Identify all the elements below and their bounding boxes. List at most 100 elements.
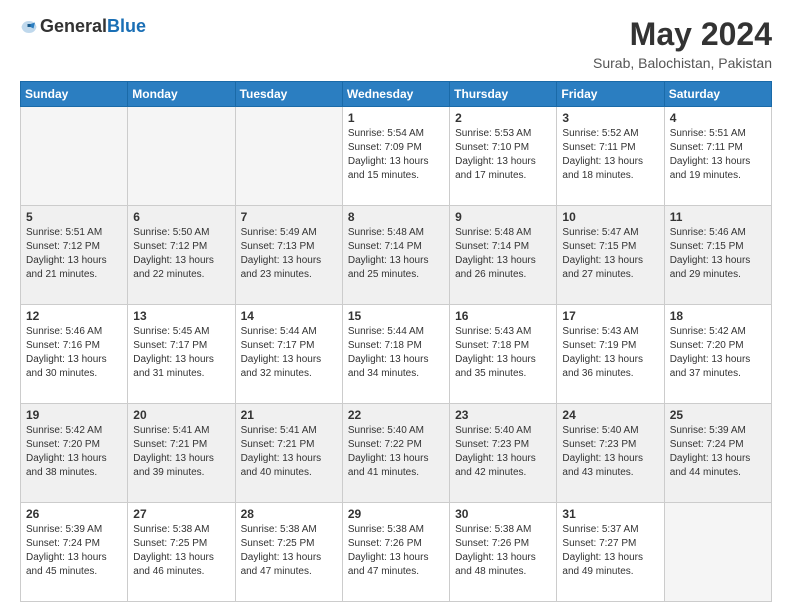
day-info: Sunrise: 5:49 AMSunset: 7:13 PMDaylight:… [241, 226, 337, 282]
day-number: 17 [562, 309, 658, 323]
col-tuesday: Tuesday [235, 82, 342, 107]
calendar-cell: 31Sunrise: 5:37 AMSunset: 7:27 PMDayligh… [557, 503, 664, 602]
day-number: 6 [133, 210, 229, 224]
day-info: Sunrise: 5:47 AMSunset: 7:15 PMDaylight:… [562, 226, 658, 282]
day-info: Sunrise: 5:42 AMSunset: 7:20 PMDaylight:… [670, 325, 766, 381]
day-number: 24 [562, 408, 658, 422]
day-number: 13 [133, 309, 229, 323]
day-info: Sunrise: 5:39 AMSunset: 7:24 PMDaylight:… [670, 424, 766, 480]
calendar-cell: 18 Sunrise: 5:42 AMSunset: 7:20 PMDayligh… [664, 305, 771, 404]
calendar-week-row: 5Sunrise: 5:51 AMSunset: 7:12 PMDaylight… [21, 206, 772, 305]
day-info: Sunrise: 5:38 AMSunset: 7:26 PMDaylight:… [348, 523, 444, 579]
header: GeneralBlue May 2024 Surab, Balochistan,… [20, 16, 772, 71]
calendar-cell: 3Sunrise: 5:52 AMSunset: 7:11 PMDaylight… [557, 107, 664, 206]
calendar-cell: 27 Sunrise: 5:38 AMSunset: 7:25 PMDayligh… [128, 503, 235, 602]
calendar-cell: 21Sunrise: 5:41 AMSunset: 7:21 PMDayligh… [235, 404, 342, 503]
day-info: Sunrise: 5:40 AMSunset: 7:22 PMDaylight:… [348, 424, 444, 480]
day-number: 25 [670, 408, 766, 422]
month-year: May 2024 [593, 16, 772, 53]
calendar-cell: 6 Sunrise: 5:50 AMSunset: 7:12 PMDaylight… [128, 206, 235, 305]
day-info: Sunrise: 5:42 AMSunset: 7:20 PMDaylight:… [26, 424, 122, 480]
calendar-cell [235, 107, 342, 206]
calendar-body: 1 Sunrise: 5:54 AMSunset: 7:09 PMDaylight… [21, 107, 772, 602]
day-info: Sunrise: 5:38 AMSunset: 7:26 PMDaylight:… [455, 523, 551, 579]
day-info: Sunrise: 5:38 AMSunset: 7:25 PMDaylight:… [133, 523, 229, 579]
day-number: 1 [348, 111, 444, 125]
day-info: Sunrise: 5:54 AMSunset: 7:09 PMDaylight:… [348, 127, 444, 183]
day-info: Sunrise: 5:48 AMSunset: 7:14 PMDaylight:… [348, 226, 444, 282]
day-number: 15 [348, 309, 444, 323]
calendar-cell: 20 Sunrise: 5:41 AMSunset: 7:21 PMDayligh… [128, 404, 235, 503]
day-number: 21 [241, 408, 337, 422]
calendar-cell: 23 Sunrise: 5:40 AMSunset: 7:23 PMDayligh… [450, 404, 557, 503]
calendar-cell: 26Sunrise: 5:39 AMSunset: 7:24 PMDayligh… [21, 503, 128, 602]
day-info: Sunrise: 5:40 AMSunset: 7:23 PMDaylight:… [562, 424, 658, 480]
day-info: Sunrise: 5:48 AMSunset: 7:14 PMDaylight:… [455, 226, 551, 282]
calendar-cell [664, 503, 771, 602]
day-info: Sunrise: 5:44 AMSunset: 7:18 PMDaylight:… [348, 325, 444, 381]
calendar-cell: 10 Sunrise: 5:47 AMSunset: 7:15 PMDayligh… [557, 206, 664, 305]
calendar-cell: 24 Sunrise: 5:40 AMSunset: 7:23 PMDayligh… [557, 404, 664, 503]
day-number: 27 [133, 507, 229, 521]
logo-text: GeneralBlue [40, 16, 146, 37]
col-thursday: Thursday [450, 82, 557, 107]
title-area: May 2024 Surab, Balochistan, Pakistan [593, 16, 772, 71]
calendar-cell: 14 Sunrise: 5:44 AMSunset: 7:17 PMDayligh… [235, 305, 342, 404]
location: Surab, Balochistan, Pakistan [593, 55, 772, 71]
day-number: 10 [562, 210, 658, 224]
calendar-cell: 5Sunrise: 5:51 AMSunset: 7:12 PMDaylight… [21, 206, 128, 305]
logo-general: General [40, 16, 107, 36]
col-wednesday: Wednesday [342, 82, 449, 107]
day-number: 9 [455, 210, 551, 224]
day-number: 14 [241, 309, 337, 323]
day-number: 30 [455, 507, 551, 521]
day-info: Sunrise: 5:43 AMSunset: 7:18 PMDaylight:… [455, 325, 551, 381]
col-friday: Friday [557, 82, 664, 107]
page: GeneralBlue May 2024 Surab, Balochistan,… [0, 0, 792, 612]
calendar-week-row: 1 Sunrise: 5:54 AMSunset: 7:09 PMDaylight… [21, 107, 772, 206]
calendar-cell: 12Sunrise: 5:46 AMSunset: 7:16 PMDayligh… [21, 305, 128, 404]
col-sunday: Sunday [21, 82, 128, 107]
day-number: 16 [455, 309, 551, 323]
calendar-cell: 19 Sunrise: 5:42 AMSunset: 7:20 PMDayligh… [21, 404, 128, 503]
calendar-cell: 8 Sunrise: 5:48 AMSunset: 7:14 PMDaylight… [342, 206, 449, 305]
calendar-cell: 30 Sunrise: 5:38 AMSunset: 7:26 PMDayligh… [450, 503, 557, 602]
day-number: 29 [348, 507, 444, 521]
calendar-cell: 1 Sunrise: 5:54 AMSunset: 7:09 PMDaylight… [342, 107, 449, 206]
calendar-cell: 13 Sunrise: 5:45 AMSunset: 7:17 PMDayligh… [128, 305, 235, 404]
day-number: 2 [455, 111, 551, 125]
day-info: Sunrise: 5:37 AMSunset: 7:27 PMDaylight:… [562, 523, 658, 579]
day-info: Sunrise: 5:43 AMSunset: 7:19 PMDaylight:… [562, 325, 658, 381]
calendar-cell: 2Sunrise: 5:53 AMSunset: 7:10 PMDaylight… [450, 107, 557, 206]
day-info: Sunrise: 5:41 AMSunset: 7:21 PMDaylight:… [133, 424, 229, 480]
calendar-week-row: 26Sunrise: 5:39 AMSunset: 7:24 PMDayligh… [21, 503, 772, 602]
day-number: 20 [133, 408, 229, 422]
day-number: 11 [670, 210, 766, 224]
logo-icon [20, 18, 38, 36]
day-info: Sunrise: 5:46 AMSunset: 7:16 PMDaylight:… [26, 325, 122, 381]
day-number: 18 [670, 309, 766, 323]
day-info: Sunrise: 5:45 AMSunset: 7:17 PMDaylight:… [133, 325, 229, 381]
calendar-cell: 7Sunrise: 5:49 AMSunset: 7:13 PMDaylight… [235, 206, 342, 305]
calendar-week-row: 19 Sunrise: 5:42 AMSunset: 7:20 PMDayligh… [21, 404, 772, 503]
logo: GeneralBlue [20, 16, 146, 37]
day-number: 19 [26, 408, 122, 422]
day-info: Sunrise: 5:40 AMSunset: 7:23 PMDaylight:… [455, 424, 551, 480]
calendar-cell: 11Sunrise: 5:46 AMSunset: 7:15 PMDayligh… [664, 206, 771, 305]
day-number: 28 [241, 507, 337, 521]
col-saturday: Saturday [664, 82, 771, 107]
calendar-cell: 17 Sunrise: 5:43 AMSunset: 7:19 PMDayligh… [557, 305, 664, 404]
day-info: Sunrise: 5:50 AMSunset: 7:12 PMDaylight:… [133, 226, 229, 282]
day-number: 8 [348, 210, 444, 224]
day-info: Sunrise: 5:51 AMSunset: 7:11 PMDaylight:… [670, 127, 766, 183]
calendar-cell: 16 Sunrise: 5:43 AMSunset: 7:18 PMDayligh… [450, 305, 557, 404]
day-info: Sunrise: 5:51 AMSunset: 7:12 PMDaylight:… [26, 226, 122, 282]
calendar-table: Sunday Monday Tuesday Wednesday Thursday… [20, 81, 772, 602]
day-info: Sunrise: 5:44 AMSunset: 7:17 PMDaylight:… [241, 325, 337, 381]
day-number: 23 [455, 408, 551, 422]
col-monday: Monday [128, 82, 235, 107]
calendar-cell: 28 Sunrise: 5:38 AMSunset: 7:25 PMDayligh… [235, 503, 342, 602]
calendar-cell: 29 Sunrise: 5:38 AMSunset: 7:26 PMDayligh… [342, 503, 449, 602]
day-info: Sunrise: 5:38 AMSunset: 7:25 PMDaylight:… [241, 523, 337, 579]
calendar-cell: 15 Sunrise: 5:44 AMSunset: 7:18 PMDayligh… [342, 305, 449, 404]
